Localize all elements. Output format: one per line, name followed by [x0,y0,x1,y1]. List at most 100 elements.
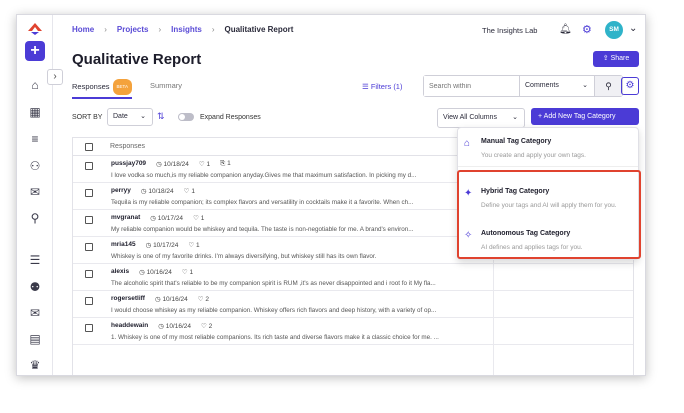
row-user[interactable]: mvgranat [111,214,140,222]
responses-header: Responses [110,143,146,150]
select-all-checkbox[interactable] [85,142,93,151]
row-likes[interactable]: ♡ 2 [198,295,209,303]
chevron-right-icon: › [104,25,107,34]
chevron-down-icon: ⌄ [582,82,588,89]
manual-tag-option[interactable]: ⌂ Manual Tag Category You create and app… [458,128,638,168]
row-text: The alcoholic spirit that's reliable to … [111,280,436,287]
filters-button[interactable]: ☰ Filters (1) [362,82,402,91]
row-likes[interactable]: ♡ 1 [199,160,210,168]
avatar[interactable]: SM [605,21,623,39]
filters-label: Filters (1) [370,82,403,91]
share-label: Share [610,55,630,62]
table-row[interactable]: rogersetliff ◷ 10/16/24 ♡ 2 I would choos… [73,291,633,318]
search-scope-select[interactable]: Comments ⌄ [519,76,594,96]
row-likes[interactable]: ♡ 2 [201,322,212,330]
view-columns-select[interactable]: View All Columns ⌄ [437,108,525,128]
search-button[interactable]: ⚲ [594,76,622,96]
row-attach-value: 1 [227,160,231,167]
chevron-down-icon[interactable]: ⌄ [629,23,637,34]
search-icon: ⚲ [605,81,612,91]
row-meta: mria145 ◷ 10/17/24 ♡ 1 [111,241,200,249]
sort-select[interactable]: Date ⌄ [107,108,153,126]
row-user[interactable]: rogersetliff [111,295,145,303]
row-user[interactable]: pussjay709 [111,160,146,168]
share-button[interactable]: ⇪ Share [593,51,639,67]
sort-order-icon[interactable]: ⇅ [157,111,165,122]
row-attachments[interactable]: ⎘ 1 [220,160,231,168]
list-icon[interactable]: ☰ [28,253,42,267]
breadcrumb-projects[interactable]: Projects [117,25,149,34]
expand-responses-toggle[interactable] [178,113,194,121]
heart-icon: ♡ [181,269,190,276]
row-user[interactable]: headdewain [111,322,148,330]
team-icon[interactable]: ⚉ [28,280,42,294]
sort-value: Date [113,113,128,120]
clock-icon: ◷ [158,323,166,330]
search-input[interactable] [424,76,519,96]
tab-summary[interactable]: Summary [150,79,182,99]
org-name[interactable]: The Insights Lab [482,26,537,35]
row-checkbox[interactable] [85,243,93,251]
report-icon[interactable]: ▤ [28,332,42,346]
breadcrumb: Home › Projects › Insights › Qualitative… [72,25,293,34]
clock-icon: ◷ [139,269,147,276]
row-user[interactable]: perryy [111,187,131,195]
bell-icon[interactable]: 🔔︎ [559,24,572,35]
expand-responses-label: Expand Responses [200,114,261,121]
table-row[interactable]: headdewain ◷ 10/16/24 ♡ 2 1. Whiskey is o… [73,318,633,345]
row-likes[interactable]: ♡ 1 [184,187,195,195]
dashboard-icon[interactable]: ▦ [28,105,42,119]
expand-sidebar-button[interactable]: › [47,69,63,85]
row-meta: mvgranat ◷ 10/17/24 ♡ 1 [111,214,204,222]
row-date-value: 10/18/24 [148,188,174,195]
tag-icon: ⌂ [464,138,471,149]
row-user[interactable]: alexis [111,268,129,276]
gear-icon[interactable]: ⚙ [582,23,592,36]
survey-icon[interactable]: ≡ [28,132,42,146]
search-bar: Comments ⌄ ⚲ [423,75,623,97]
sort-by-label: SORT BY [72,114,103,121]
table-row[interactable]: alexis ◷ 10/16/24 ♡ 1 The alcoholic spiri… [73,264,633,291]
row-date-value: 10/18/24 [163,161,189,168]
clock-icon: ◷ [156,161,164,168]
row-likes[interactable]: ♡ 1 [193,214,204,222]
row-date: ◷ 10/16/24 [155,295,188,303]
user-search-icon[interactable]: ⚲ [28,211,42,225]
home-icon[interactable]: ⌂ [28,78,42,92]
breadcrumb-home[interactable]: Home [72,25,94,34]
row-likes[interactable]: ♡ 1 [188,241,199,249]
row-checkbox[interactable] [85,324,93,332]
mail-2-icon[interactable]: ✉ [28,306,42,320]
breadcrumb-insights[interactable]: Insights [171,25,202,34]
tab-responses[interactable]: Responses BETA [72,79,132,99]
row-date-value: 10/16/24 [165,323,192,330]
add-user-icon[interactable]: ⚇ [28,159,42,173]
create-new-button[interactable]: + [25,41,45,61]
row-checkbox[interactable] [85,189,93,197]
row-user[interactable]: mria145 [111,241,136,249]
row-likes-value: 1 [200,215,205,222]
mail-icon[interactable]: ✉ [28,185,42,199]
row-checkbox[interactable] [85,297,93,305]
row-likes-value: 1 [191,188,195,195]
row-checkbox[interactable] [85,162,93,170]
row-checkbox[interactable] [85,216,93,224]
settings-button[interactable]: ⚙ [621,77,639,95]
tab-responses-label: Responses [72,81,110,91]
chevron-down-icon: ⌄ [140,113,146,120]
row-date-value: 10/16/24 [162,296,188,303]
tab-bar: Responses BETA Summary [72,79,182,99]
trophy-icon[interactable]: ♛ [28,358,42,372]
brand-logo-icon[interactable] [28,23,42,35]
row-checkbox[interactable] [85,270,93,278]
option-title: Manual Tag Category [481,138,552,145]
highlight-box [457,170,641,259]
row-likes[interactable]: ♡ 1 [182,268,193,276]
row-text: I love vodka so much,is my reliable comp… [111,172,417,179]
share-icon: ⇪ [602,55,611,62]
chevron-right-icon: › [158,25,162,34]
row-meta: rogersetliff ◷ 10/16/24 ♡ 2 [111,295,209,303]
add-tag-category-button[interactable]: + Add New Tag Category [531,108,639,125]
app-window: + ⌂ ▦ ≡ ⚇ ✉ ⚲ ☰ ⚉ ✉ ▤ ♛ › Home › Project… [16,14,646,376]
row-text: I would choose whiskey as my reliable co… [111,307,437,314]
